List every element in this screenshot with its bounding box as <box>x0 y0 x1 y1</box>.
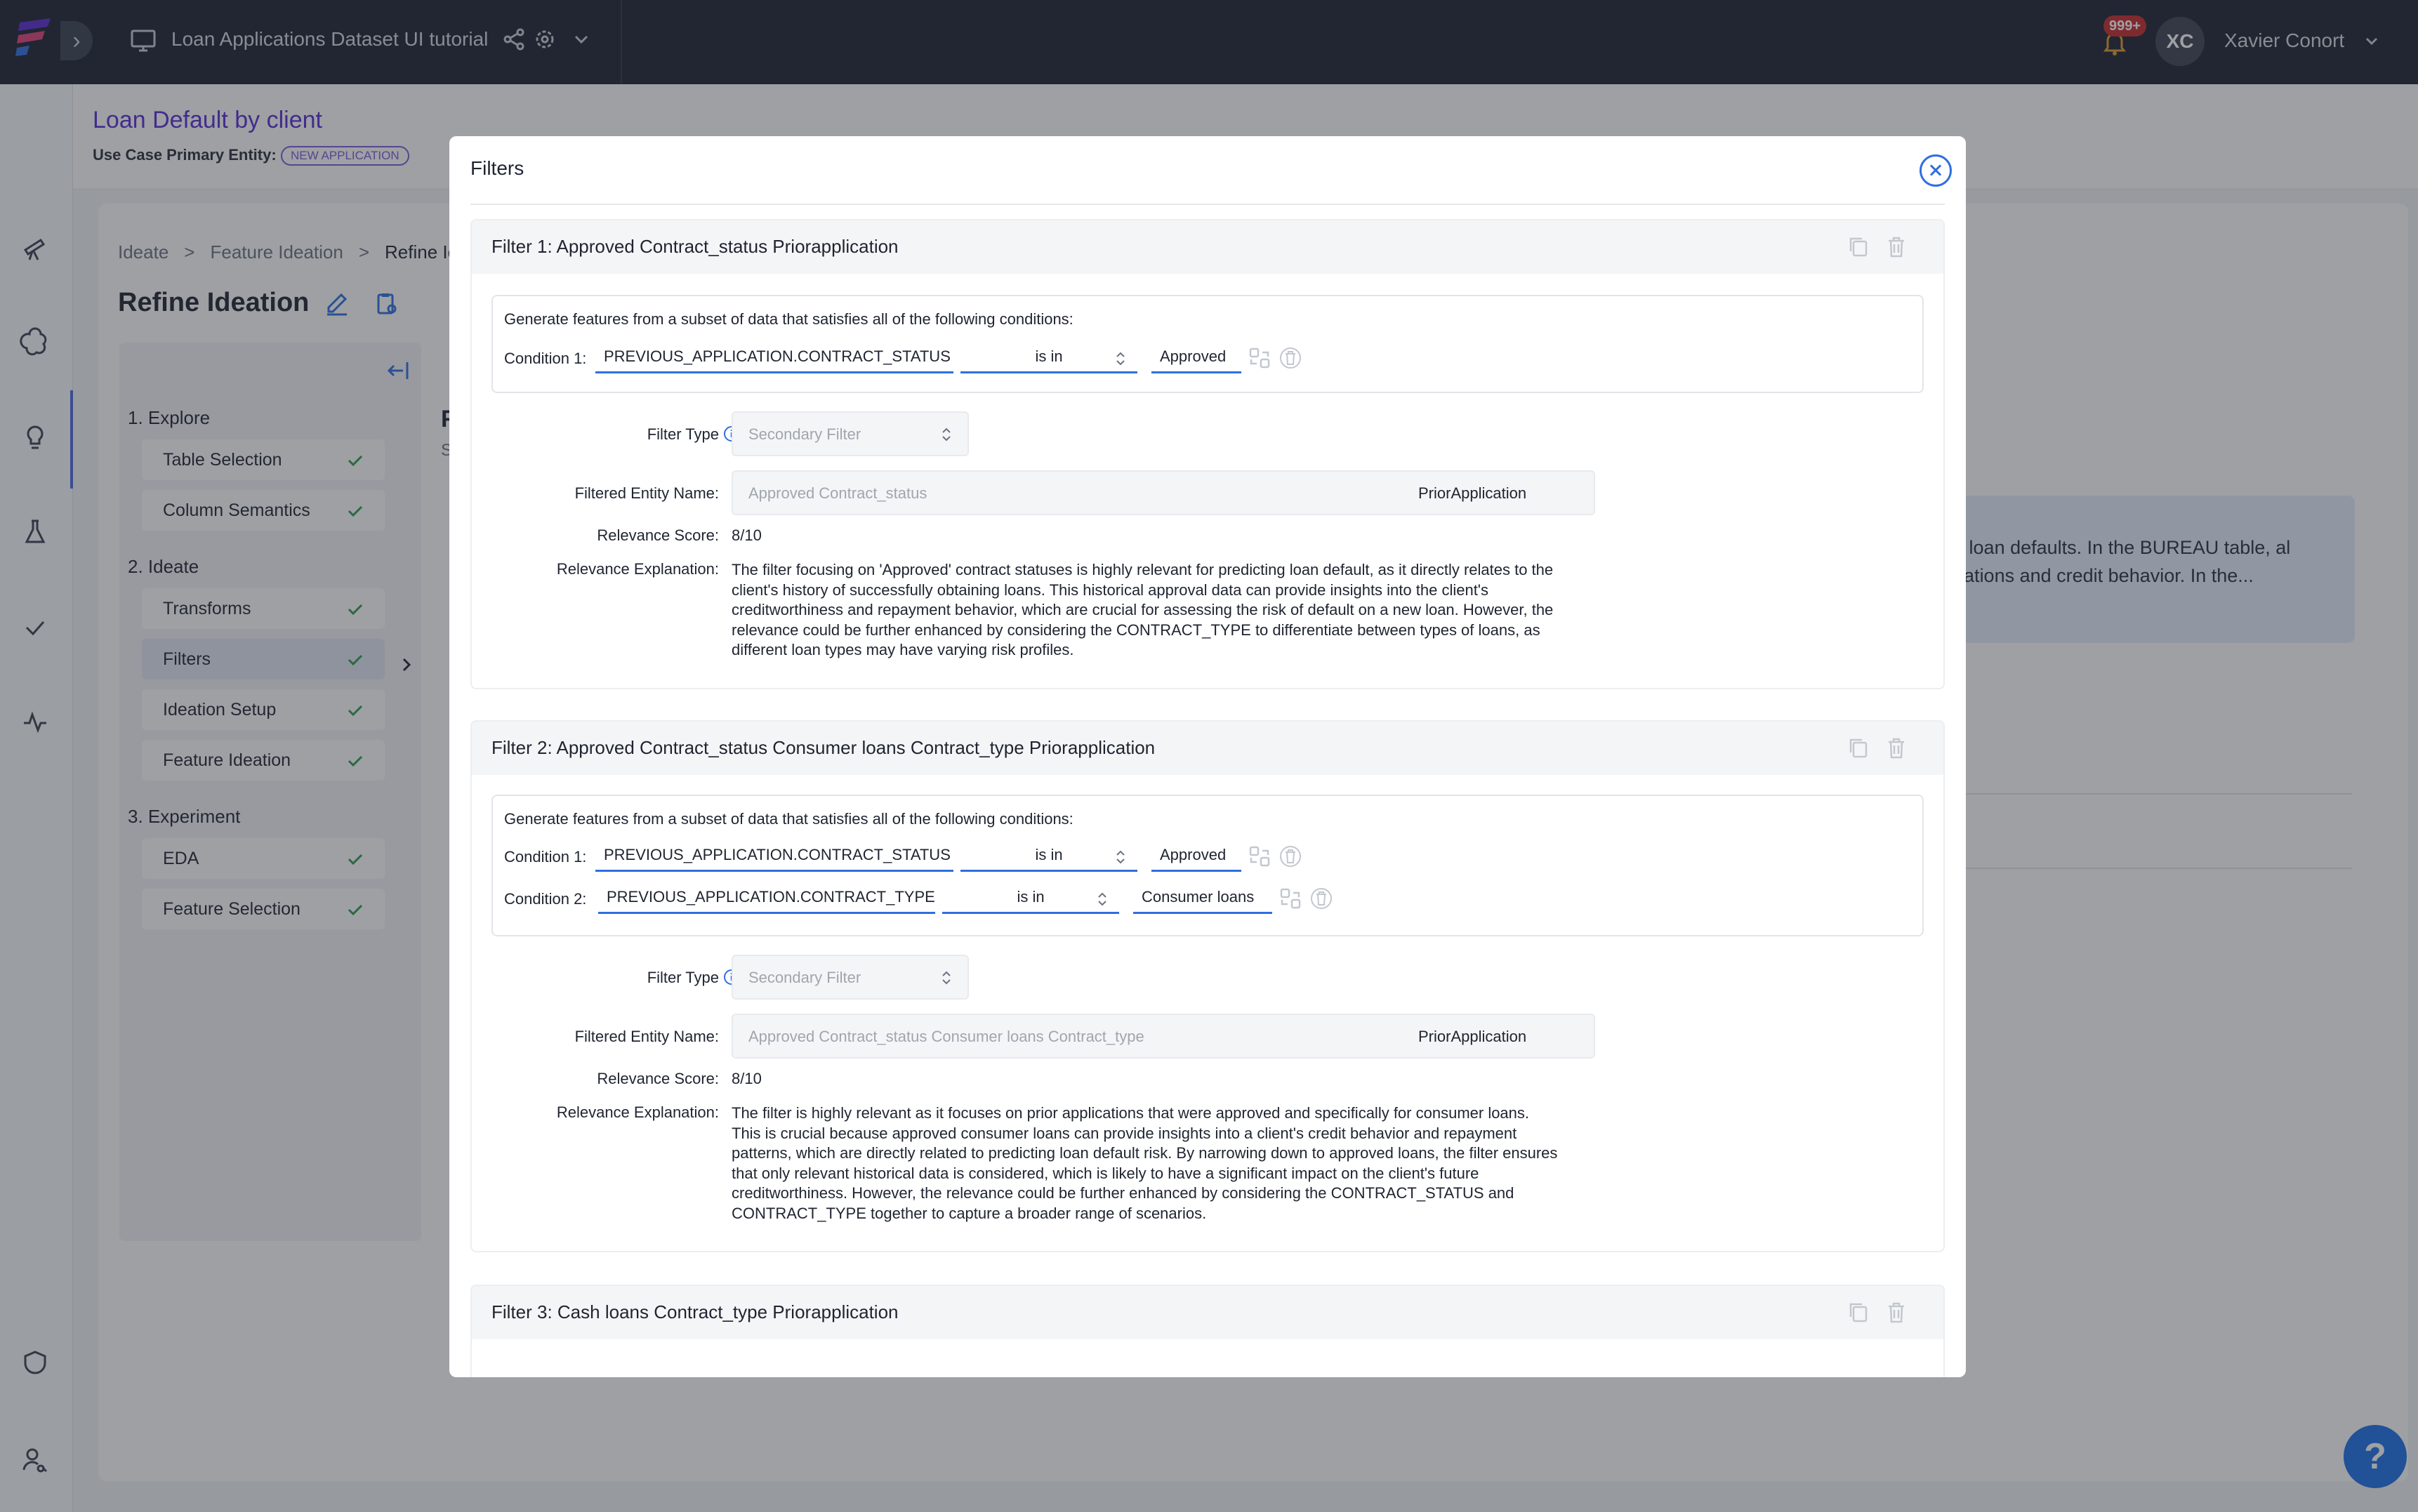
trash-icon[interactable] <box>1279 845 1302 868</box>
relevance-score-label: Relevance Score: <box>597 1070 719 1087</box>
conditions-box: Generate features from a subset of data … <box>491 295 1924 393</box>
filter-title: Filter 2: Approved Contract_status Consu… <box>491 737 1156 758</box>
close-button[interactable] <box>1920 154 1952 187</box>
filter-card-2: Filter 2: Approved Contract_status Consu… <box>470 720 1945 1252</box>
modal-divider <box>470 204 1945 205</box>
condition-label: Condition 2: <box>504 890 587 908</box>
updown-icon <box>942 971 951 985</box>
filter-card-3: Filter 3: Cash loans Contract_type Prior… <box>470 1285 1945 1377</box>
trash-icon[interactable] <box>1279 347 1302 369</box>
conditions-box: Generate features from a subset of data … <box>491 795 1924 936</box>
explanation-line: different loan types may have varying ri… <box>732 641 1074 659</box>
relevance-explanation-text: The filter focusing on 'Approved' contra… <box>732 560 1623 661</box>
entity-name-label: Filtered Entity Name: <box>574 484 719 502</box>
trash-icon[interactable] <box>1886 737 1907 760</box>
filter-header: Filter 1: Approved Contract_status Prior… <box>472 220 1943 274</box>
conditions-intro: Generate features from a subset of data … <box>504 310 1073 328</box>
relevance-score-value: 8/10 <box>732 1070 762 1087</box>
operator-label: is in <box>1017 888 1045 906</box>
condition-operator-select[interactable]: is in <box>960 841 1137 872</box>
relevance-score-value: 8/10 <box>732 526 762 544</box>
explanation-line: The filter focusing on 'Approved' contra… <box>732 561 1554 578</box>
swap-icon[interactable] <box>1248 347 1271 369</box>
condition-row: Condition 1: PREVIOUS_APPLICATION.CONTRA… <box>504 841 1417 872</box>
condition-row: Condition 1: PREVIOUS_APPLICATION.CONTRA… <box>504 343 1417 373</box>
entity-name-input[interactable]: Approved Contract_status PriorApplicatio… <box>732 470 1595 515</box>
explanation-line: creditworthiness. However, the relevance… <box>732 1184 1514 1202</box>
entity-name-label: Filtered Entity Name: <box>574 1028 719 1045</box>
explanation-line: This is crucial because approved consume… <box>732 1124 1517 1142</box>
relevance-explanation-text: The filter is highly relevant as it focu… <box>732 1103 1623 1224</box>
trash-icon[interactable] <box>1886 1301 1907 1324</box>
filter-type-label: Filter Type <box>647 969 719 986</box>
condition-row: Condition 2: PREVIOUS_APPLICATION.CONTRA… <box>504 883 1417 914</box>
filters-modal: Filters Filter 1: Approved Contract_stat… <box>449 136 1966 1377</box>
filter-type-label: Filter Type <box>647 425 719 443</box>
condition-label: Condition 1: <box>504 350 587 367</box>
relevance-explanation-label: Relevance Explanation: <box>556 1103 719 1121</box>
filter-type-select[interactable]: Secondary Filter <box>732 955 969 1000</box>
condition-value-select[interactable]: Approved <box>1151 343 1241 373</box>
entity-name-value: PriorApplication <box>1418 484 1527 502</box>
explanation-line: CONTRACT_TYPE together to capture a broa… <box>732 1204 1207 1222</box>
condition-value-select[interactable]: Approved <box>1151 841 1241 872</box>
filter-type-select[interactable]: Secondary Filter <box>732 411 969 456</box>
copy-icon[interactable] <box>1848 236 1869 258</box>
copy-icon[interactable] <box>1848 1301 1869 1324</box>
condition-label: Condition 1: <box>504 848 587 866</box>
condition-column-select[interactable]: PREVIOUS_APPLICATION.CONTRACT_STATUS <box>595 841 953 872</box>
condition-operator-select[interactable]: is in <box>942 883 1119 914</box>
conditions-intro: Generate features from a subset of data … <box>504 810 1073 828</box>
trash-icon[interactable] <box>1310 887 1333 910</box>
filter-header: Filter 2: Approved Contract_status Consu… <box>472 722 1943 775</box>
filter-title: Filter 1: Approved Contract_status Prior… <box>491 236 899 257</box>
swap-icon[interactable] <box>1279 887 1302 910</box>
explanation-line: creditworthiness and repayment behavior,… <box>732 601 1554 619</box>
relevance-score-label: Relevance Score: <box>597 526 719 544</box>
filter-type-value: Secondary Filter <box>748 969 861 986</box>
explanation-line: client's history of successfully obtaini… <box>732 581 1488 599</box>
updown-icon <box>942 427 951 442</box>
modal-title: Filters <box>470 157 524 179</box>
trash-icon[interactable] <box>1886 236 1907 258</box>
filter-header: Filter 3: Cash loans Contract_type Prior… <box>472 1286 1943 1339</box>
filter-type-value: Secondary Filter <box>748 425 861 443</box>
condition-operator-select[interactable]: is in <box>960 343 1137 373</box>
operator-label: is in <box>1035 846 1063 863</box>
condition-column-select[interactable]: PREVIOUS_APPLICATION.CONTRACT_TYPE <box>598 883 935 914</box>
entity-name-value: PriorApplication <box>1418 1028 1527 1045</box>
entity-name-placeholder: Approved Contract_status <box>748 484 927 502</box>
updown-icon <box>1116 352 1125 366</box>
condition-column-select[interactable]: PREVIOUS_APPLICATION.CONTRACT_STATUS <box>595 343 953 373</box>
relevance-explanation-label: Relevance Explanation: <box>556 560 719 578</box>
copy-icon[interactable] <box>1848 737 1869 760</box>
condition-value-select[interactable]: Consumer loans <box>1133 883 1272 914</box>
explanation-line: relevance could be further enhanced by c… <box>732 621 1540 639</box>
updown-icon <box>1098 892 1106 906</box>
operator-label: is in <box>1035 347 1063 365</box>
entity-name-placeholder: Approved Contract_status Consumer loans … <box>748 1028 1144 1045</box>
filter-card-1: Filter 1: Approved Contract_status Prior… <box>470 219 1945 689</box>
updown-icon <box>1116 850 1125 864</box>
explanation-line: The filter is highly relevant as it focu… <box>732 1104 1530 1122</box>
entity-name-input[interactable]: Approved Contract_status Consumer loans … <box>732 1014 1595 1059</box>
swap-icon[interactable] <box>1248 845 1271 868</box>
explanation-line: that only relevant historical data is co… <box>732 1164 1479 1182</box>
filter-title: Filter 3: Cash loans Contract_type Prior… <box>491 1301 899 1322</box>
explanation-line: patterns, which are directly related to … <box>732 1144 1558 1162</box>
